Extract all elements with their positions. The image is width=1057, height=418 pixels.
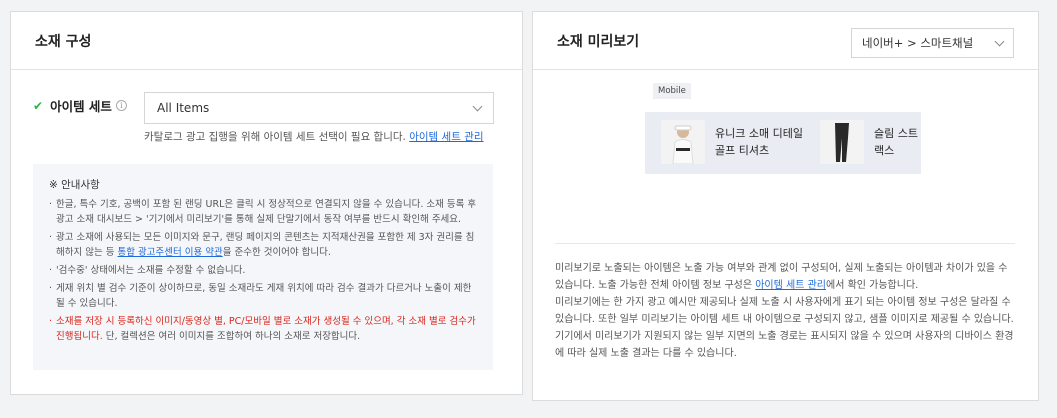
divider <box>555 243 1015 244</box>
item-set-manage-link[interactable]: 아이템 세트 관리 <box>409 131 483 143</box>
panel-title: 소재 미리보기 <box>557 33 640 50</box>
preview-description: 미리보기로 노출되는 아이템은 노출 가능 여부와 관계 없이 구성되어, 실제… <box>555 263 1014 359</box>
preview-carousel: 유니크 소매 디테일 골프 티셔츠 슬림 스트 랙스 <box>645 112 921 174</box>
notice-item: '검수중' 상태에서는 소재를 수정할 수 없습니다. <box>49 263 477 278</box>
chevron-down-icon <box>472 101 483 111</box>
notice-item: 게재 위치 별 검수 기준이 상이하므로, 동일 소재라도 게재 위치에 따라 … <box>49 281 477 311</box>
item-set-manage-link[interactable]: 아이템 세트 관리 <box>755 280 826 291</box>
product-name-line1: 슬림 스트 <box>874 127 918 140</box>
check-icon: ✔ <box>33 98 44 113</box>
product-image <box>661 120 705 164</box>
item-set-field-label: ✔ 아이템 세트 i <box>33 96 127 115</box>
item-set-hint: 카탈로그 광고 집행을 위해 아이템 세트 선택이 필요 합니다. 아이템 세트… <box>144 131 484 143</box>
notice-item-warning: 소재를 저장 시 등록하신 이미지/동영상 별, PC/모바일 별로 소재가 생… <box>49 314 477 344</box>
info-icon[interactable]: i <box>115 100 127 111</box>
notice-item: 광고 소재에 사용되는 모든 이미지와 문구, 랜딩 페이지의 콘텐츠는 지적재… <box>49 230 477 260</box>
product-name-line1: 유니크 소매 디테일 <box>715 127 803 140</box>
product-name-line2: 골프 티셔츠 <box>715 144 770 157</box>
placement-select[interactable]: 네이버+ > 스마트채널 <box>851 28 1014 58</box>
creative-composition-panel: 소재 구성 ✔ 아이템 세트 i All Items 카탈로그 광고 집행을 위… <box>10 11 523 395</box>
item-set-select[interactable]: All Items <box>144 92 494 124</box>
product-image <box>820 120 864 164</box>
preview-card[interactable]: 슬림 스트 랙스 <box>820 120 918 164</box>
notice-title: ※ 안내사항 <box>49 179 100 191</box>
notice-item: 한글, 특수 기호, 공백이 포함 된 랜딩 URL은 클릭 시 정상적으로 연… <box>49 197 477 227</box>
panel-title: 소재 구성 <box>35 33 92 50</box>
creative-preview-panel: 소재 미리보기 네이버+ > 스마트채널 Mobile 유니크 소매 디테일 골… <box>532 11 1039 401</box>
terms-link[interactable]: 통합 광고주센터 이용 약관 <box>118 247 223 258</box>
preview-card[interactable]: 유니크 소매 디테일 골프 티셔츠 <box>661 120 803 164</box>
notice-box: ※ 안내사항 한글, 특수 기호, 공백이 포함 된 랜딩 URL은 클릭 시 … <box>33 164 493 370</box>
mobile-badge: Mobile <box>653 83 691 99</box>
chevron-down-icon <box>994 36 1005 46</box>
panel-header: 소재 구성 <box>11 12 522 70</box>
product-name-line2: 랙스 <box>874 144 895 157</box>
